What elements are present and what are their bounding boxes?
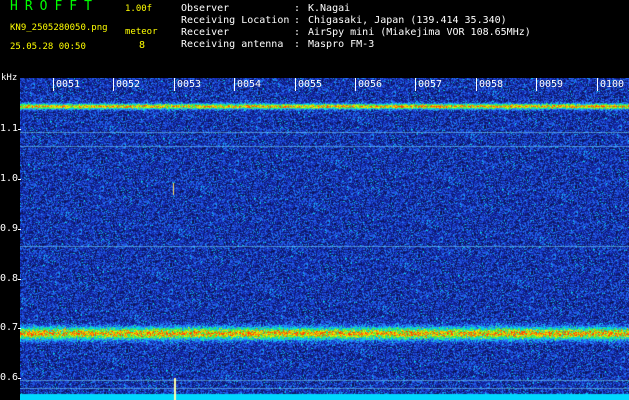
info-key: Receiver [181, 27, 230, 38]
y-tick-label: 0.9 [0, 223, 19, 234]
timestamp-label: 25.05.28 00:50 [10, 42, 86, 52]
info-separator: : [294, 15, 301, 26]
x-tick-mark [53, 78, 54, 91]
x-tick-mark [415, 78, 416, 91]
x-tick-mark [295, 78, 296, 91]
info-value: AirSpy mini (Miakejima VOR 108.65MHz) [308, 27, 531, 38]
info-value: Maspro FM-3 [308, 39, 375, 50]
y-tick-mark [18, 129, 21, 130]
x-tick-mark [355, 78, 356, 91]
y-tick-label: 1.0 [0, 173, 19, 184]
y-tick-label: 0.7 [0, 322, 19, 333]
x-tick-mark [234, 78, 235, 91]
info-key: Receiving Location [181, 15, 290, 26]
x-tick-mark [597, 78, 598, 91]
x-tick-label: 0054 [237, 79, 262, 90]
info-row-location: Receiving Location: Chigasaki, Japan (139… [181, 15, 531, 27]
spectrogram-canvas [20, 78, 629, 400]
y-tick-mark [18, 229, 21, 230]
x-tick-label: 0056 [358, 79, 383, 90]
x-tick-label: 0059 [539, 79, 564, 90]
version-label: 1.00f [125, 4, 153, 14]
y-tick-label: 0.8 [0, 273, 19, 284]
x-tick-label: 0058 [479, 79, 504, 90]
x-tick-label: 0057 [418, 79, 443, 90]
x-tick-mark [476, 78, 477, 91]
x-tick-mark [536, 78, 537, 91]
meteor-count: 8 [139, 40, 146, 51]
y-tick-label: 1.1 [0, 123, 19, 134]
x-tick-label: 0053 [177, 79, 202, 90]
info-key: Receiving antenna [181, 39, 284, 50]
info-value: Chigasaki, Japan (139.414 35.340) [308, 15, 507, 26]
info-separator: : [294, 39, 301, 50]
info-row-antenna: Receiving antenna: Maspro FM-3 [181, 39, 531, 51]
filename-label: KN9_2505280050.png [10, 23, 108, 33]
meteor-label: meteor [125, 27, 158, 37]
y-tick-mark [18, 328, 21, 329]
x-tick-label: 0051 [56, 79, 81, 90]
info-separator: : [294, 3, 301, 14]
info-row-observer: Observer: K.Nagai [181, 3, 531, 15]
info-key: Observer [181, 3, 230, 14]
info-separator: : [294, 27, 301, 38]
x-tick-label: 0100 [600, 79, 625, 90]
x-tick-mark [113, 78, 114, 91]
x-tick-label: 0055 [298, 79, 323, 90]
y-tick-mark [18, 378, 21, 379]
y-tick-mark [18, 279, 21, 280]
app-title: HROFFT [10, 0, 99, 14]
station-info: Observer: K.Nagai Receiving Location: Chig… [181, 3, 531, 51]
y-axis-unit: kHz [1, 73, 18, 83]
info-value: K.Nagai [308, 3, 351, 14]
x-tick-mark [174, 78, 175, 91]
info-row-receiver: Receiver: AirSpy mini (Miakejima VOR 108.… [181, 27, 531, 39]
spectrogram-plot [20, 78, 629, 400]
y-tick-mark [18, 179, 21, 180]
x-tick-label: 0052 [116, 79, 141, 90]
y-tick-label: 0.6 [0, 372, 19, 383]
